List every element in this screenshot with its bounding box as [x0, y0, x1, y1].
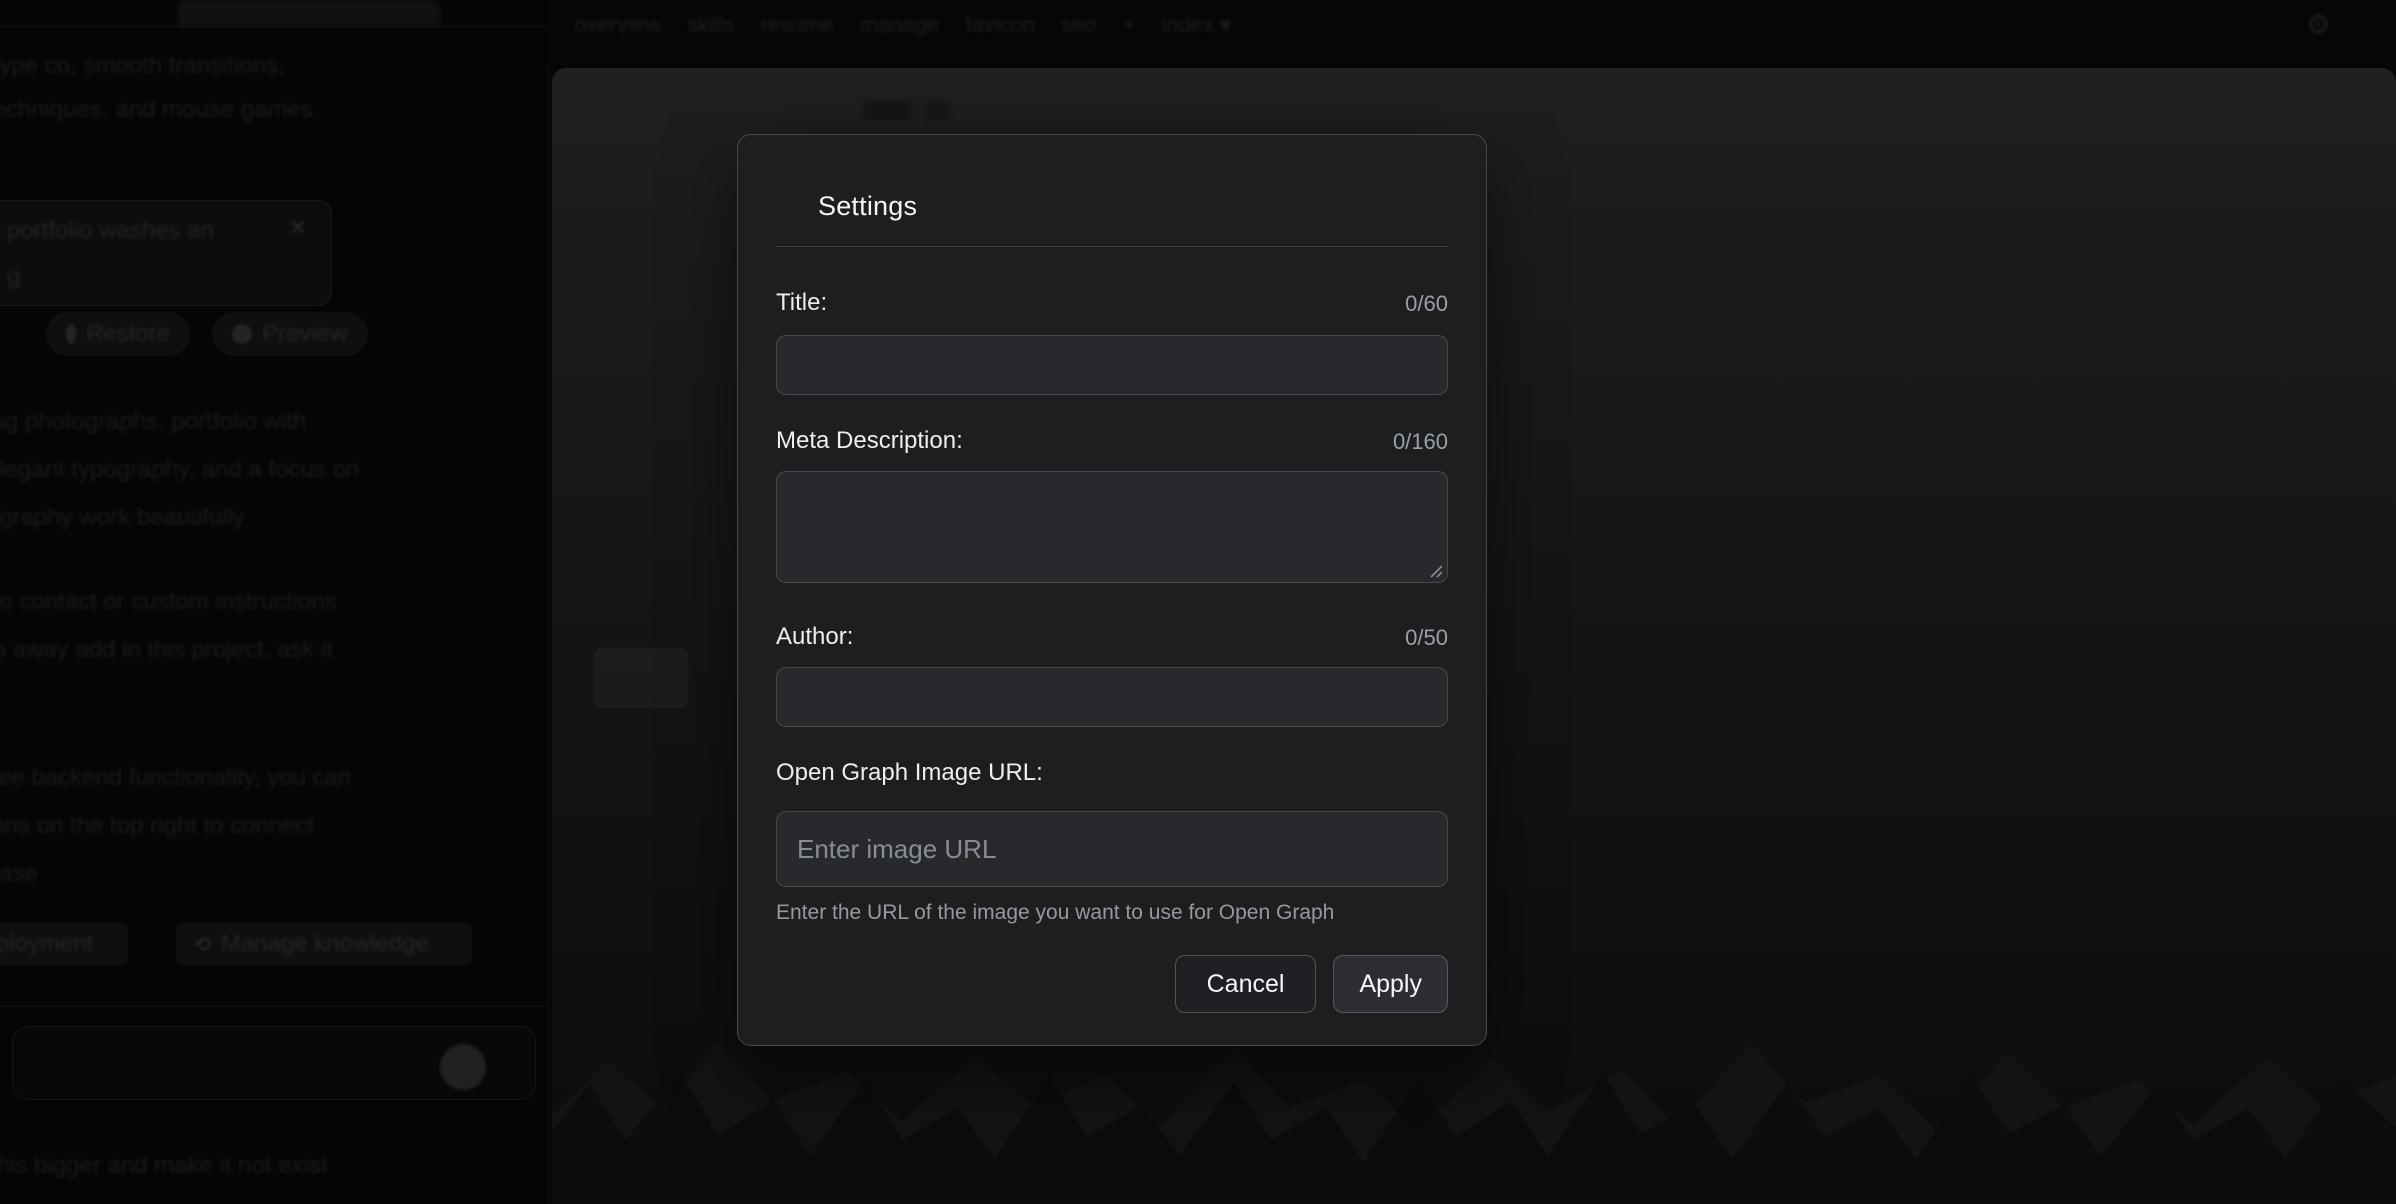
apply-button[interactable]: Apply: [1333, 955, 1448, 1013]
chat-message-fragment: hype co, smooth transitions, techniques,…: [0, 48, 320, 128]
chat-line: ing photographs, portfolio with: [0, 404, 359, 452]
chat-paragraph: no contact or custom instructions to awa…: [0, 584, 337, 680]
modal-header-divider: [776, 246, 1448, 247]
sidebar-active-tab: [178, 0, 440, 26]
sidebar-tab-divider: [0, 26, 548, 27]
modal-title: Settings: [818, 191, 1448, 222]
og-image-url-input[interactable]: [776, 811, 1448, 887]
topbar-item: overview: [574, 12, 661, 38]
deployment-chip: ployment: [0, 922, 128, 966]
send-icon: [440, 1044, 486, 1090]
restore-label: Restore: [86, 316, 170, 352]
preview-icon: [232, 324, 252, 344]
author-input[interactable]: [776, 667, 1448, 727]
knowledge-icon: ⟲: [194, 932, 211, 957]
restore-icon: [66, 324, 76, 344]
gear-icon: ⚙: [2306, 8, 2331, 41]
preview-label: Preview: [262, 316, 347, 352]
preview-nav-blob: [864, 100, 912, 120]
settings-modal: Settings Title: 0/60 Meta Description: 0…: [737, 134, 1487, 1046]
deployment-chip-label: ployment: [0, 926, 93, 962]
cancel-button[interactable]: Cancel: [1175, 955, 1317, 1013]
topbar-item: favicon: [965, 12, 1035, 38]
author-label: Author:: [776, 623, 853, 651]
og-image-label: Open Graph Image URL:: [776, 759, 1043, 787]
topbar-item: +: [1123, 12, 1136, 38]
manage-knowledge-chip: ⟲ Manage knowledge: [176, 922, 472, 966]
manage-knowledge-label: Manage knowledge: [221, 926, 429, 962]
topbar-item: manage: [860, 12, 940, 38]
chat-line: see backend functionality, you can: [0, 760, 351, 808]
chat-line: ography work beautifully: [0, 500, 359, 548]
meta-description-label: Meta Description:: [776, 427, 963, 455]
preview-nav-blob: [924, 102, 950, 120]
version-card: portfolio washes an ✕ g: [0, 200, 332, 306]
chat-line: to away add in this project, ask it: [0, 632, 337, 680]
topbar-breadcrumb: overview skills resume manage favicon se…: [574, 12, 1231, 38]
chat-line: no contact or custom instructions: [0, 584, 337, 632]
title-label: Title:: [776, 289, 827, 317]
chat-paragraph: see backend functionality, you can ions …: [0, 760, 351, 904]
meta-description-textarea[interactable]: [776, 471, 1448, 583]
version-card-title: portfolio washes an: [7, 213, 214, 249]
topbar-item: seo: [1061, 12, 1096, 38]
title-input[interactable]: [776, 335, 1448, 395]
version-card-subtitle: g: [7, 259, 20, 295]
restore-button: Restore: [46, 312, 190, 356]
preview-button: Preview: [212, 312, 368, 356]
chat-line: this bigger and make it not exist: [0, 1148, 328, 1184]
chat-line: base: [0, 856, 351, 904]
chat-line: techniques, and mouse games.: [0, 92, 320, 128]
author-counter: 0/50: [1405, 625, 1448, 651]
sidebar-divider: [0, 1006, 548, 1007]
og-image-helper-text: Enter the URL of the image you want to u…: [776, 901, 1448, 925]
title-counter: 0/60: [1405, 291, 1448, 317]
chat-line: ions on the top right to connect: [0, 808, 351, 856]
chat-line: elegant typography, and a focus on: [0, 452, 359, 500]
meta-description-counter: 0/160: [1393, 429, 1448, 455]
topbar-item: skills: [687, 12, 735, 38]
preview-card: [594, 648, 688, 708]
chat-paragraph: ing photographs, portfolio with elegant …: [0, 404, 359, 548]
close-icon: ✕: [289, 215, 307, 241]
topbar-page-selector: index ▾: [1161, 12, 1231, 38]
sidebar-main-divider: [548, 0, 549, 1204]
topbar-item: resume: [760, 12, 833, 38]
chat-line: hype co, smooth transitions,: [0, 48, 320, 84]
app-screen: hype co, smooth transitions, techniques,…: [0, 0, 2396, 1204]
chat-sidebar: hype co, smooth transitions, techniques,…: [0, 0, 548, 1204]
editor-topbar: overview skills resume manage favicon se…: [548, 0, 2396, 68]
